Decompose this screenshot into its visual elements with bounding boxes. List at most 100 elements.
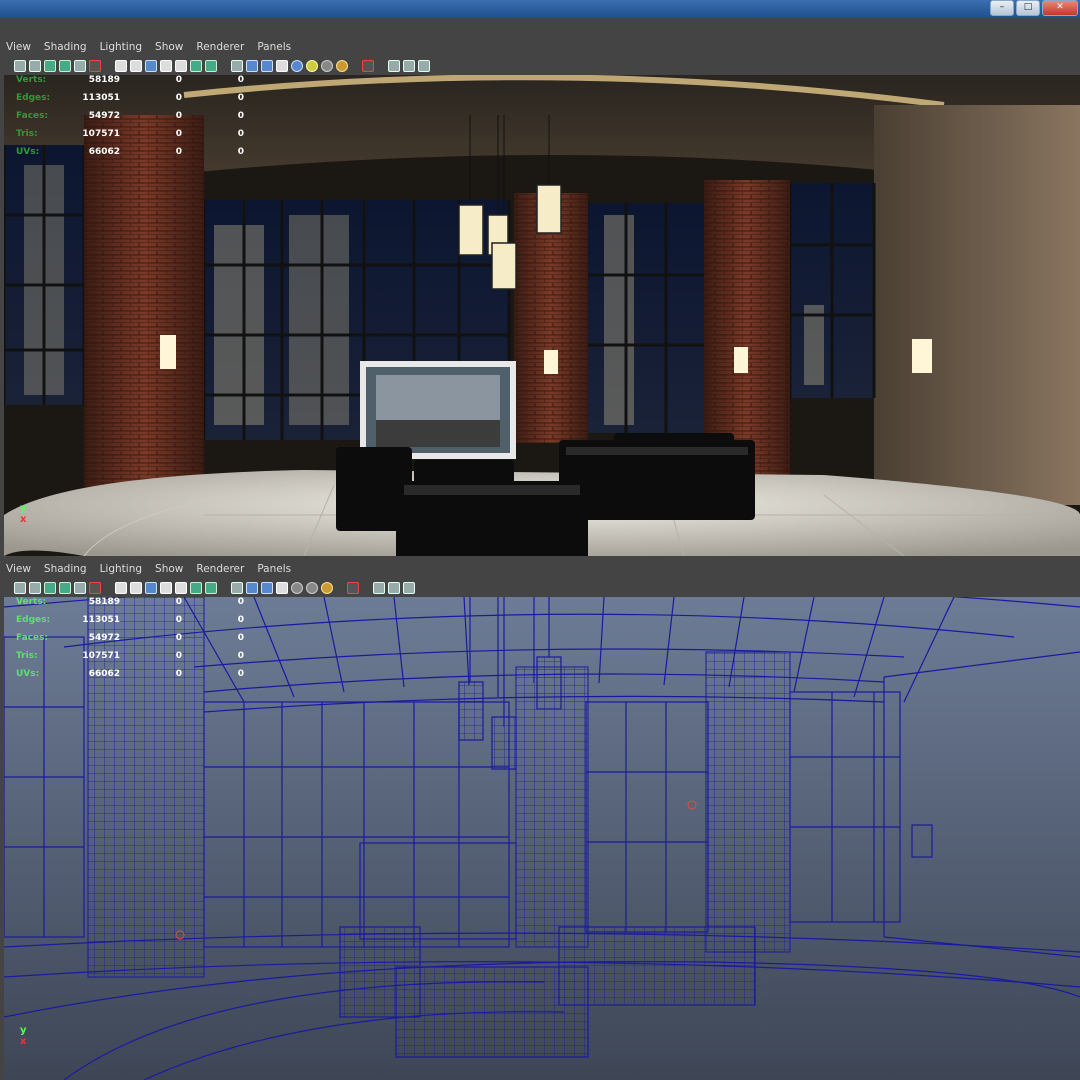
hud-value: 107571 [82, 651, 120, 661]
resolution-gate-icon[interactable] [145, 59, 157, 72]
image-plane-icon[interactable] [59, 59, 71, 72]
text-icon[interactable] [205, 59, 217, 72]
use-lights-icon[interactable] [291, 59, 303, 72]
menu-view[interactable]: View [6, 563, 31, 575]
hud-value: 0 [175, 111, 182, 121]
checker-icon[interactable] [276, 581, 288, 594]
shadows-icon[interactable] [306, 581, 318, 594]
smooth-shade-icon[interactable] [246, 59, 258, 72]
menu-panels[interactable]: Panels [257, 563, 291, 575]
axis-y-label: y [20, 1025, 27, 1036]
shaded-viewport[interactable]: Verts: 58189 0 0 Edges: 113051 0 0 Faces… [4, 75, 1080, 556]
poly-count-hud: Verts: 58189 0 0 Edges: 113051 0 0 Faces… [16, 75, 244, 161]
grid-icon[interactable] [115, 581, 127, 594]
wireframe-viewport[interactable]: Verts: 58189 0 0 Edges: 113051 0 0 Faces… [4, 597, 1080, 1080]
hud-row: Faces: 54972 0 0 [16, 629, 244, 647]
panel-divider [0, 18, 1080, 38]
xray-icon[interactable] [373, 581, 385, 594]
ambient-occlusion-icon[interactable] [321, 59, 333, 72]
hud-value: 0 [237, 75, 244, 85]
panel-toolbar [0, 578, 1080, 597]
smooth-shade-icon[interactable] [246, 581, 258, 594]
checker-icon[interactable] [276, 59, 288, 72]
hud-value: 113051 [82, 615, 120, 625]
hud-label: Faces: [16, 633, 49, 643]
xray-active-icon[interactable] [403, 581, 415, 594]
menu-lighting[interactable]: Lighting [100, 41, 142, 53]
xray-active-icon[interactable] [418, 59, 430, 72]
axis-gizmo: y x [20, 1025, 27, 1047]
close-icon[interactable]: ✕ [1042, 0, 1078, 16]
minimize-icon[interactable]: – [990, 0, 1014, 16]
hud-value: 0 [237, 93, 244, 103]
menu-panels[interactable]: Panels [257, 41, 291, 53]
hud-value: 0 [175, 597, 182, 607]
grid-icon[interactable] [115, 59, 127, 72]
film-gate-icon[interactable] [130, 581, 142, 594]
menu-shading[interactable]: Shading [44, 41, 87, 53]
hud-value: 107571 [82, 129, 120, 139]
xray-icon[interactable] [388, 59, 400, 72]
hud-label: Verts: [16, 597, 47, 607]
isolate-select-icon[interactable] [347, 581, 359, 594]
menu-view[interactable]: View [6, 41, 31, 53]
hud-value: 54972 [88, 633, 120, 643]
hud-row: Tris: 107571 0 0 [16, 647, 244, 665]
safe-action-icon[interactable] [175, 59, 187, 72]
hud-value: 66062 [88, 147, 120, 157]
hud-label: UVs: [16, 669, 40, 679]
bookmark-icon[interactable] [44, 581, 56, 594]
safe-title-icon[interactable] [190, 59, 202, 72]
xray-joints-icon[interactable] [388, 581, 400, 594]
menu-shading[interactable]: Shading [44, 563, 87, 575]
window-titlebar: – □ ✕ [0, 0, 1080, 18]
wireframe-icon[interactable] [231, 581, 243, 594]
bookmark-icon[interactable] [44, 59, 56, 72]
wireframe-icon[interactable] [231, 59, 243, 72]
menu-lighting[interactable]: Lighting [100, 563, 142, 575]
2d-pan-zoom-icon[interactable] [74, 59, 86, 72]
image-plane-icon[interactable] [59, 581, 71, 594]
hud-value: 0 [175, 669, 182, 679]
menu-renderer[interactable]: Renderer [196, 563, 244, 575]
hud-value: 58189 [88, 75, 120, 85]
isolate-select-icon[interactable] [362, 59, 374, 72]
field-chart-icon[interactable] [160, 581, 172, 594]
hud-row: Verts: 58189 0 0 [16, 597, 244, 611]
hud-row: UVs: 66062 0 0 [16, 665, 244, 683]
motion-blur-icon[interactable] [321, 581, 333, 594]
hud-value: 0 [175, 129, 182, 139]
axis-y-label: y [20, 503, 27, 514]
menu-show[interactable]: Show [155, 563, 183, 575]
panel-menubar: View Shading Lighting Show Renderer Pane… [0, 38, 1080, 56]
motion-blur-icon[interactable] [336, 59, 348, 72]
safe-title-icon[interactable] [190, 581, 202, 594]
select-camera-icon[interactable] [14, 581, 26, 594]
2d-pan-zoom-icon[interactable] [74, 581, 86, 594]
safe-action-icon[interactable] [175, 581, 187, 594]
textured-icon[interactable] [261, 581, 273, 594]
resolution-gate-icon[interactable] [145, 581, 157, 594]
text-icon[interactable] [205, 581, 217, 594]
grease-pencil-icon[interactable] [89, 59, 101, 72]
camera-attributes-icon[interactable] [29, 581, 41, 594]
select-camera-icon[interactable] [14, 59, 26, 72]
film-gate-icon[interactable] [130, 59, 142, 72]
hud-label: Edges: [16, 615, 51, 625]
use-lights-icon[interactable] [291, 581, 303, 594]
hud-value: 0 [175, 75, 182, 85]
maximize-icon[interactable]: □ [1016, 0, 1040, 16]
xray-joints-icon[interactable] [403, 59, 415, 72]
shadows-icon[interactable] [306, 59, 318, 72]
hud-label: Faces: [16, 111, 49, 121]
hud-row: Verts: 58189 0 0 [16, 75, 244, 89]
camera-attributes-icon[interactable] [29, 59, 41, 72]
menu-show[interactable]: Show [155, 41, 183, 53]
hud-label: Tris: [16, 129, 38, 139]
textured-icon[interactable] [261, 59, 273, 72]
field-chart-icon[interactable] [160, 59, 172, 72]
grease-pencil-icon[interactable] [89, 581, 101, 594]
axis-x-label: x [20, 514, 27, 525]
menu-renderer[interactable]: Renderer [196, 41, 244, 53]
hud-value: 0 [175, 633, 182, 643]
